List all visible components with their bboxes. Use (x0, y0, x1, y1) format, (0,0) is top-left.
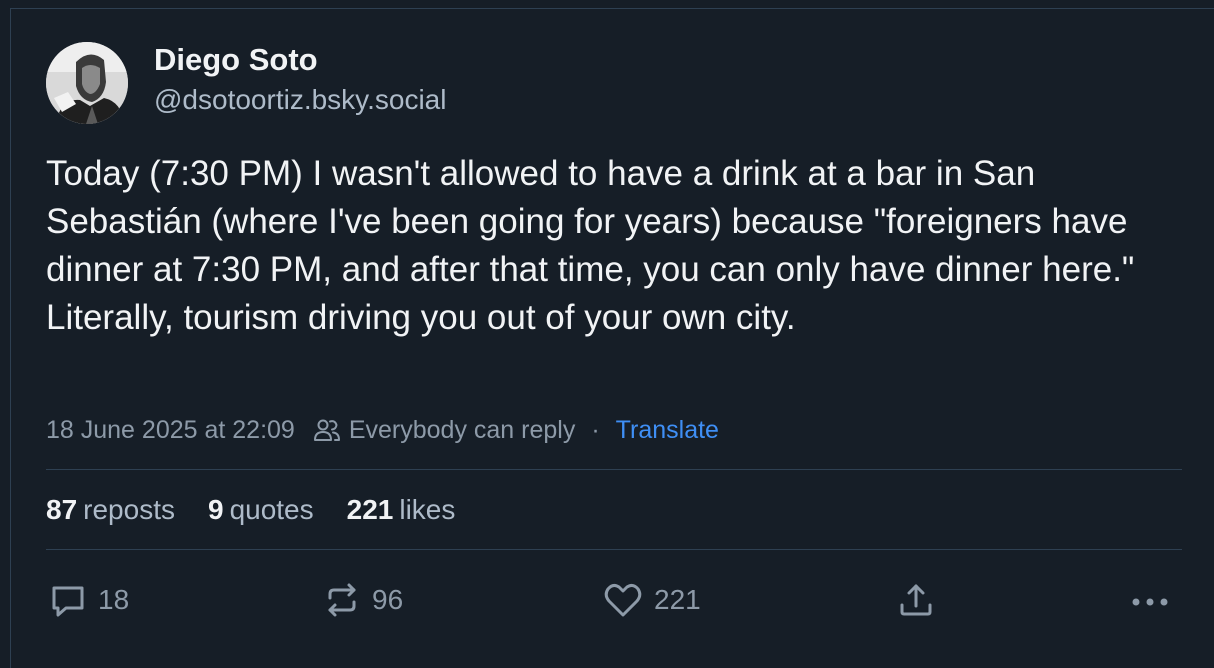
comment-icon (48, 580, 88, 620)
post-timestamp[interactable]: 18 June 2025 at 22:09 (46, 416, 295, 445)
meta-separator: · (591, 415, 600, 444)
reply-count: 18 (98, 584, 130, 615)
avatar[interactable] (46, 42, 128, 124)
reposts-count: 87 (46, 494, 78, 525)
post-text: Today (7:30 PM) I wasn't allowed to have… (46, 154, 1135, 337)
repost-button[interactable]: 96 (322, 575, 403, 625)
post-header: Diego Soto @dsotoortiz.bsky.social (46, 42, 446, 124)
display-name[interactable]: Diego Soto (154, 40, 446, 80)
quotes-label: quotes (229, 494, 314, 525)
like-count: 221 (654, 584, 701, 615)
heart-icon (602, 580, 644, 620)
share-button[interactable] (896, 575, 936, 625)
repost-count: 96 (372, 584, 404, 615)
avatar-photo (46, 42, 128, 124)
share-icon (896, 580, 936, 620)
divider-bottom (46, 549, 1182, 550)
like-button[interactable]: 221 (602, 575, 701, 625)
likes-stat[interactable]: 221 likes (347, 490, 456, 530)
post-stats: 87 reposts 9 quotes 221 likes (46, 490, 488, 530)
reply-button[interactable]: 18 (48, 575, 129, 625)
likes-label: likes (399, 494, 456, 525)
post-meta: 18 June 2025 at 22:09 Everybody can repl… (46, 412, 719, 448)
more-icon (1128, 580, 1172, 620)
reposts-label: reposts (83, 494, 175, 525)
more-button[interactable] (1128, 575, 1172, 625)
translate-link[interactable]: Translate (616, 416, 719, 445)
author-handle[interactable]: @dsotoortiz.bsky.social (154, 82, 446, 118)
post-actions: 18 96 221 (46, 575, 1182, 625)
likes-count: 221 (346, 494, 394, 525)
repost-icon (322, 580, 362, 620)
quotes-count: 9 (207, 494, 224, 525)
divider-top (46, 469, 1182, 470)
quotes-stat[interactable]: 9 quotes (208, 490, 314, 530)
author-names: Diego Soto @dsotoortiz.bsky.social (154, 40, 446, 118)
reposts-stat[interactable]: 87 reposts (46, 490, 175, 530)
reply-setting: Everybody can reply (348, 415, 576, 444)
people-icon (313, 417, 341, 443)
